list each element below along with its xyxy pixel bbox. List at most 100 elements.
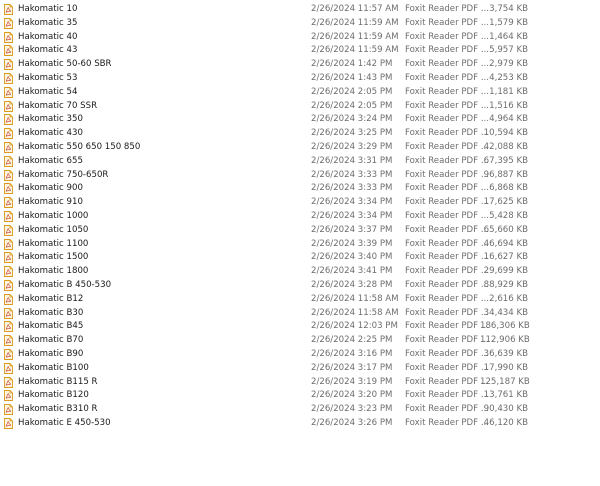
pdf-file-icon <box>4 390 13 402</box>
file-row[interactable]: Hakomatic 750-650R 2/26/2024 3:33 PM Fox… <box>0 169 600 183</box>
file-row[interactable]: Hakomatic 655 2/26/2024 3:31 PM Foxit Re… <box>0 155 600 169</box>
file-size: 65,660 KB <box>483 224 528 235</box>
file-date-modified: 2/26/2024 3:33 PM <box>311 183 393 194</box>
file-type: Foxit Reader PDF ... <box>405 376 490 387</box>
file-date-modified: 2/26/2024 3:31 PM <box>311 155 393 166</box>
file-size: 1,579 KB <box>489 17 528 28</box>
file-name: Hakomatic 35 <box>18 17 78 28</box>
file-date-modified: 2/26/2024 2:05 PM <box>311 86 393 97</box>
file-row[interactable]: Hakomatic B100 2/26/2024 3:17 PM Foxit R… <box>0 362 600 376</box>
file-type: Foxit Reader PDF ... <box>405 238 490 249</box>
file-size: 1,181 KB <box>489 86 528 97</box>
file-name: Hakomatic B100 <box>18 362 89 373</box>
file-type: Foxit Reader PDF ... <box>405 100 490 111</box>
file-row[interactable]: Hakomatic 1800 2/26/2024 3:41 PM Foxit R… <box>0 265 600 279</box>
pdf-file-icon <box>4 155 13 167</box>
file-size: 67,395 KB <box>483 155 528 166</box>
file-row[interactable]: Hakomatic 70 SSR 2/26/2024 2:05 PM Foxit… <box>0 100 600 114</box>
file-size: 36,639 KB <box>483 348 528 359</box>
file-row[interactable]: Hakomatic 54 2/26/2024 2:05 PM Foxit Rea… <box>0 86 600 100</box>
file-date-modified: 2/26/2024 3:26 PM <box>311 417 393 428</box>
file-row[interactable]: Hakomatic 10 2/26/2024 11:57 AM Foxit Re… <box>0 3 600 17</box>
file-name: Hakomatic B310 R <box>18 404 98 415</box>
file-type: Foxit Reader PDF ... <box>405 17 490 28</box>
file-row[interactable]: Hakomatic 1500 2/26/2024 3:40 PM Foxit R… <box>0 251 600 265</box>
file-type: Foxit Reader PDF ... <box>405 114 490 125</box>
file-row[interactable]: Hakomatic B310 R 2/26/2024 3:23 PM Foxit… <box>0 403 600 417</box>
pdf-file-icon <box>4 86 13 98</box>
file-type: Foxit Reader PDF ... <box>405 155 490 166</box>
file-size: 5,428 KB <box>489 210 528 221</box>
file-type: Foxit Reader PDF ... <box>405 31 490 42</box>
file-row[interactable]: Hakomatic 1050 2/26/2024 3:37 PM Foxit R… <box>0 224 600 238</box>
file-date-modified: 2/26/2024 11:58 AM <box>311 293 399 304</box>
file-size: 13,761 KB <box>483 390 528 401</box>
file-date-modified: 2/26/2024 3:41 PM <box>311 266 393 277</box>
file-size: 6,868 KB <box>489 183 528 194</box>
file-row[interactable]: Hakomatic 900 2/26/2024 3:33 PM Foxit Re… <box>0 182 600 196</box>
file-row[interactable]: Hakomatic 1100 2/26/2024 3:39 PM Foxit R… <box>0 238 600 252</box>
file-date-modified: 2/26/2024 12:03 PM <box>311 321 398 332</box>
file-size: 29,699 KB <box>483 266 528 277</box>
file-name: Hakomatic 50-60 SBR <box>18 59 112 70</box>
file-row[interactable]: Hakomatic 43 2/26/2024 11:59 AM Foxit Re… <box>0 44 600 58</box>
file-row[interactable]: Hakomatic B45 2/26/2024 12:03 PM Foxit R… <box>0 320 600 334</box>
file-size: 5,957 KB <box>489 45 528 56</box>
file-type: Foxit Reader PDF ... <box>405 348 490 359</box>
file-name: Hakomatic 550 650 150 850 <box>18 141 141 152</box>
pdf-file-icon <box>4 211 13 222</box>
file-row[interactable]: Hakomatic B90 2/26/2024 3:16 PM Foxit Re… <box>0 348 600 362</box>
file-date-modified: 2/26/2024 3:28 PM <box>311 279 393 290</box>
pdf-file-icon <box>4 417 13 429</box>
file-name: Hakomatic B30 <box>18 307 84 318</box>
file-name: Hakomatic 910 <box>18 197 83 208</box>
file-size: 3,754 KB <box>489 4 528 14</box>
file-type: Foxit Reader PDF ... <box>405 183 490 194</box>
file-row[interactable]: Hakomatic B115 R 2/26/2024 3:19 PM Foxit… <box>0 376 600 390</box>
file-type: Foxit Reader PDF ... <box>405 417 490 428</box>
pdf-file-icon <box>4 376 13 388</box>
pdf-file-icon <box>4 252 13 264</box>
file-type: Foxit Reader PDF ... <box>405 266 490 277</box>
file-size: 88,929 KB <box>483 279 528 290</box>
file-size: 17,990 KB <box>483 362 528 373</box>
file-type: Foxit Reader PDF ... <box>405 335 490 346</box>
file-date-modified: 2/26/2024 3:20 PM <box>311 390 393 401</box>
file-row[interactable]: Hakomatic E 450-530 2/26/2024 3:26 PM Fo… <box>0 417 600 431</box>
file-row[interactable]: Hakomatic 53 2/26/2024 1:43 PM Foxit Rea… <box>0 72 600 86</box>
file-row[interactable]: Hakomatic B70 2/26/2024 2:25 PM Foxit Re… <box>0 334 600 348</box>
file-type: Foxit Reader PDF ... <box>405 293 490 304</box>
file-size: 125,187 KB <box>480 376 530 387</box>
file-row[interactable]: Hakomatic 40 2/26/2024 11:59 AM Foxit Re… <box>0 31 600 45</box>
file-row[interactable]: Hakomatic 350 2/26/2024 3:24 PM Foxit Re… <box>0 113 600 127</box>
file-name: Hakomatic 655 <box>18 155 83 166</box>
file-size: 96,887 KB <box>483 169 528 180</box>
file-row[interactable]: Hakomatic 35 2/26/2024 11:59 AM Foxit Re… <box>0 17 600 31</box>
file-row[interactable]: Hakomatic 1000 2/26/2024 3:34 PM Foxit R… <box>0 210 600 224</box>
file-size: 90,430 KB <box>483 404 528 415</box>
file-size: 4,253 KB <box>489 72 528 83</box>
pdf-file-icon <box>4 307 13 319</box>
file-name: Hakomatic 40 <box>18 31 78 42</box>
file-row[interactable]: Hakomatic 550 650 150 850 2/26/2024 3:29… <box>0 141 600 155</box>
file-date-modified: 2/26/2024 3:23 PM <box>311 404 393 415</box>
file-row[interactable]: Hakomatic B30 2/26/2024 11:58 AM Foxit R… <box>0 307 600 321</box>
file-date-modified: 2/26/2024 3:24 PM <box>311 114 393 125</box>
pdf-file-icon <box>4 128 13 140</box>
file-row[interactable]: Hakomatic 430 2/26/2024 3:25 PM Foxit Re… <box>0 127 600 141</box>
file-name: Hakomatic 54 <box>18 86 78 97</box>
file-type: Foxit Reader PDF ... <box>405 128 490 139</box>
pdf-file-icon <box>4 224 13 236</box>
file-row[interactable]: Hakomatic B12 2/26/2024 11:58 AM Foxit R… <box>0 293 600 307</box>
file-size: 46,694 KB <box>483 238 528 249</box>
file-name: Hakomatic 1100 <box>18 238 89 249</box>
file-date-modified: 2/26/2024 3:29 PM <box>311 141 393 152</box>
file-row[interactable]: Hakomatic B 450-530 2/26/2024 3:28 PM Fo… <box>0 279 600 293</box>
file-size: 186,306 KB <box>480 321 530 332</box>
file-row[interactable]: Hakomatic 910 2/26/2024 3:34 PM Foxit Re… <box>0 196 600 210</box>
file-row[interactable]: Hakomatic B120 2/26/2024 3:20 PM Foxit R… <box>0 389 600 403</box>
file-row[interactable]: Hakomatic 50-60 SBR 2/26/2024 1:42 PM Fo… <box>0 58 600 72</box>
pdf-file-icon <box>4 362 13 374</box>
file-type: Foxit Reader PDF ... <box>405 197 490 208</box>
file-name: Hakomatic E 450-530 <box>18 417 111 428</box>
